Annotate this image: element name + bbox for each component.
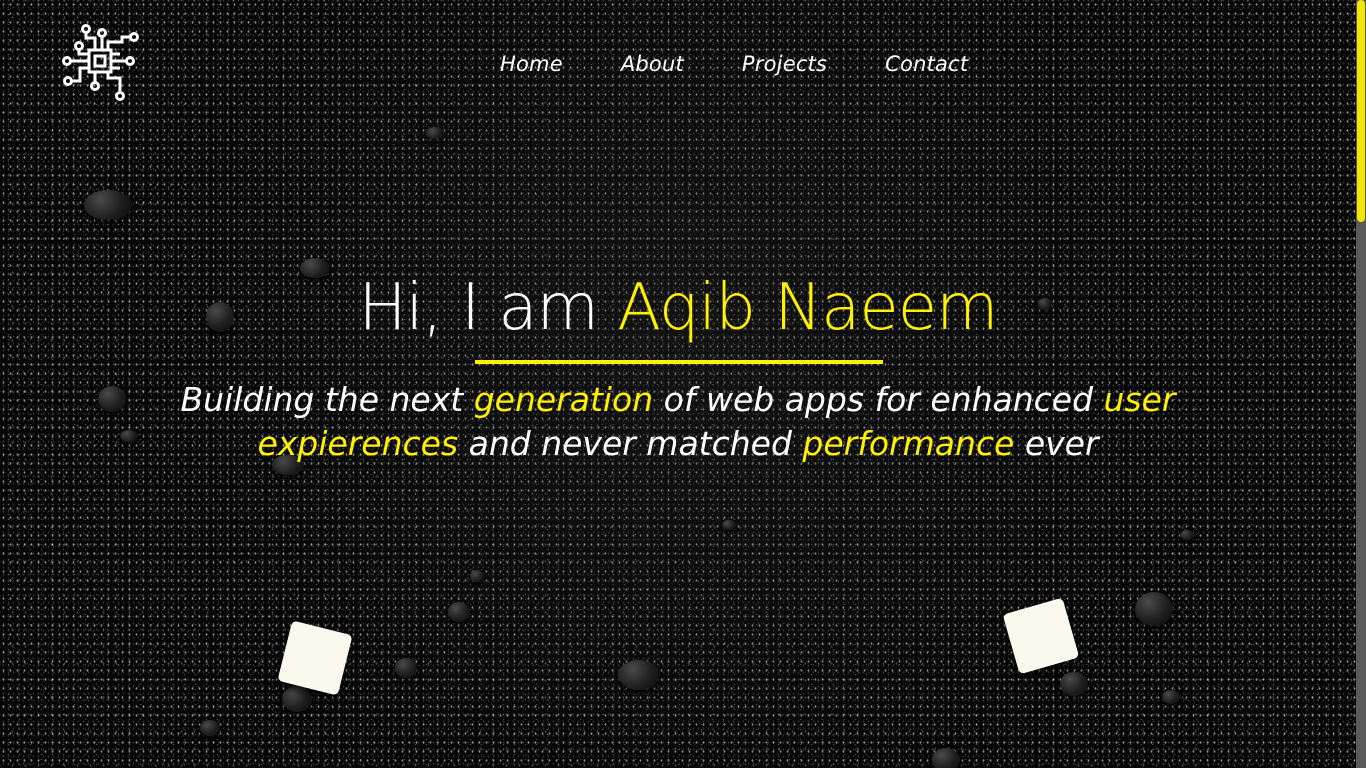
circuit-chip-icon	[62, 24, 139, 101]
tagline-highlight-generation: generation	[473, 380, 654, 419]
scrollbar-thumb[interactable]	[1357, 0, 1365, 222]
tagline-text-2: of web apps for enhanced	[653, 380, 1104, 419]
tagline-text-3: and never matched	[458, 424, 803, 463]
nav-home-link[interactable]: Home	[500, 52, 563, 76]
page-scrollbar[interactable]	[1356, 0, 1366, 768]
hero-heading: Hi, I am Aqib Naeem	[0, 268, 1356, 348]
main-nav: Home About Projects Contact	[500, 52, 1026, 76]
hero-tagline: Building the next generation of web apps…	[180, 378, 1176, 466]
nav-contact-link[interactable]: Contact	[885, 52, 968, 76]
tagline-text-4: ever	[1014, 424, 1099, 463]
heading-underline	[475, 360, 883, 364]
site-logo[interactable]	[62, 24, 140, 102]
nav-projects-link[interactable]: Projects	[742, 52, 827, 76]
hero-name: Aqib Naeem	[617, 271, 998, 345]
nav-about-link[interactable]: About	[621, 52, 684, 76]
hero-greeting: Hi, I am	[358, 271, 618, 345]
tagline-highlight-performance: performance	[802, 424, 1015, 463]
tagline-text-1: Building the next	[180, 380, 474, 419]
